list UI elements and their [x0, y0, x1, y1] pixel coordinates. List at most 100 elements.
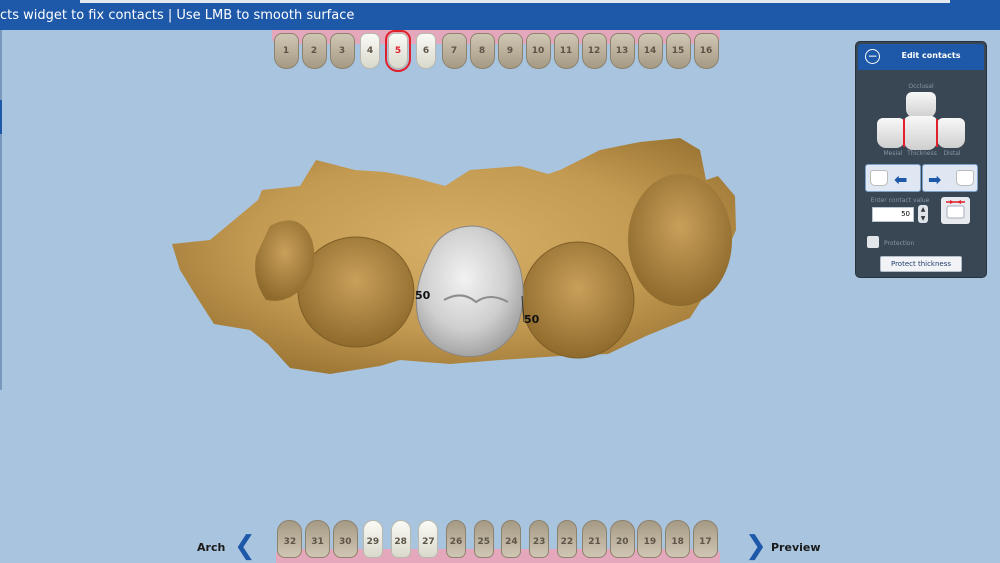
move-mesial-button[interactable]: ⬅	[865, 164, 921, 192]
tooth-29[interactable]: 29	[362, 520, 383, 558]
chevron-left-icon[interactable]: ❮	[234, 533, 256, 559]
move-distal-button[interactable]: ➡	[922, 164, 978, 192]
tooth-number: 4	[366, 46, 374, 56]
occlusal-label: Occlusal	[908, 83, 934, 90]
tooth-number: 2	[310, 46, 318, 56]
tooth-31[interactable]: 31	[305, 520, 331, 558]
tooth-18[interactable]: 18	[665, 520, 691, 558]
tooth-number: 25	[477, 537, 491, 547]
tooth-3[interactable]: 3	[329, 33, 355, 69]
tooth-number: 1	[282, 46, 290, 56]
adjacent-tooth-left	[297, 236, 415, 348]
tooth-32[interactable]: 32	[277, 520, 303, 558]
crown-restoration	[415, 225, 524, 357]
panel-header: − Edit contacts	[858, 44, 984, 70]
tooth-number: 19	[643, 537, 657, 547]
tooth-23[interactable]: 23	[529, 520, 550, 558]
tooth-9[interactable]: 9	[497, 33, 523, 69]
tooth-12[interactable]: 12	[581, 33, 607, 69]
tooth-number: 32	[283, 537, 297, 547]
tooth-number: 28	[394, 537, 407, 547]
scan-surface	[172, 138, 736, 374]
tooth-6[interactable]: 6	[416, 33, 436, 69]
tooth-30[interactable]: 30	[332, 520, 358, 558]
tooth-22[interactable]: 22	[556, 520, 577, 558]
occlusal-view-icon[interactable]	[906, 92, 936, 118]
collapse-icon[interactable]: −	[865, 49, 880, 64]
tooth-17[interactable]: 17	[692, 520, 718, 558]
tooth-25[interactable]: 25	[473, 520, 494, 558]
tooth-number: 16	[699, 46, 713, 56]
tooth-icon	[870, 170, 888, 186]
tooth-27[interactable]: 27	[418, 520, 439, 558]
tooth-15[interactable]: 15	[665, 33, 691, 69]
adjacent-tooth-far-right	[628, 174, 732, 306]
tooth-21[interactable]: 21	[582, 520, 608, 558]
tooth-number: 29	[366, 537, 380, 547]
left-sidebar-edge	[0, 30, 2, 390]
tooth-number: 10	[531, 46, 545, 56]
tooth-number: 9	[506, 46, 514, 56]
tooth-10[interactable]: 10	[525, 33, 551, 69]
tooth-8[interactable]: 8	[469, 33, 495, 69]
distal-tooth-icon[interactable]	[937, 118, 965, 148]
tooth-number: 14	[643, 46, 657, 56]
tooth-28[interactable]: 28	[390, 520, 411, 558]
thickness-label: Thickness	[907, 150, 937, 157]
tooth-number: 18	[671, 537, 684, 547]
tooth-13[interactable]: 13	[609, 33, 635, 69]
sidebar-active-marker	[0, 100, 2, 134]
arrow-right-icon: ➡	[928, 170, 942, 189]
3d-scan-model[interactable]	[0, 0, 1000, 563]
contact-value-input[interactable]: 50	[872, 207, 914, 222]
mesial-contact-value: 50	[415, 289, 431, 302]
chevron-right-icon[interactable]: ❯	[745, 533, 767, 559]
arrow-left-icon: ⬅	[894, 170, 908, 189]
tooth-11[interactable]: 11	[553, 33, 579, 69]
mesial-contact-marker	[903, 119, 905, 147]
protection-checkbox[interactable]	[867, 236, 879, 248]
tooth-number: 3	[338, 46, 346, 56]
arch-label[interactable]: Arch	[197, 541, 225, 554]
tooth-2[interactable]: 2	[301, 33, 327, 69]
tooth-24[interactable]: 24	[501, 520, 522, 558]
adjacent-tooth-right	[521, 241, 635, 359]
stepper-up-icon[interactable]: ▲	[918, 205, 928, 214]
status-bar: cts widget to fix contacts | Use LMB to …	[0, 0, 1000, 30]
tab-strip-active	[0, 0, 78, 3]
tooth-7[interactable]: 7	[441, 33, 467, 69]
tooth-number: 21	[588, 537, 601, 547]
contact-widget-button[interactable]	[941, 197, 970, 224]
thickness-tooth-icon[interactable]	[904, 116, 937, 150]
tooth-number: 26	[449, 537, 463, 547]
tooth-26[interactable]: 26	[446, 520, 467, 558]
tooth-19[interactable]: 19	[637, 520, 663, 558]
tooth-number: 6	[422, 46, 430, 56]
protection-label: Protection	[884, 240, 915, 247]
tooth-16[interactable]: 16	[693, 33, 719, 69]
tooth-number: 13	[615, 46, 629, 56]
stepper-down-icon[interactable]: ▼	[918, 214, 928, 223]
preview-label[interactable]: Preview	[771, 541, 821, 554]
tooth-number: 30	[338, 537, 352, 547]
distal-label: Distal	[943, 150, 961, 157]
tooth-4[interactable]: 4	[360, 33, 380, 69]
contact-value-stepper[interactable]: ▲ ▼	[918, 205, 928, 223]
mesial-tooth-icon[interactable]	[877, 118, 905, 148]
tooth-number: 12	[587, 46, 601, 56]
tooth-number: 23	[532, 537, 546, 547]
tooth-number: 15	[671, 46, 685, 56]
tooth-icon	[956, 170, 974, 186]
tooth-number: 27	[422, 537, 435, 547]
tooth-14[interactable]: 14	[637, 33, 663, 69]
contact-widget-icon	[946, 200, 965, 219]
protect-thickness-button[interactable]: Protect thickness	[880, 256, 962, 272]
tooth-number: 31	[311, 537, 324, 547]
instruction-text: cts widget to fix contacts | Use LMB to …	[0, 8, 355, 23]
distal-contact-marker	[936, 119, 938, 147]
tooth-20[interactable]: 20	[609, 520, 635, 558]
tooth-1[interactable]: 1	[273, 33, 299, 69]
adjacent-tooth-canine	[255, 220, 315, 301]
tooth-5[interactable]: 5	[385, 30, 411, 72]
tooth-number: 11	[559, 46, 573, 56]
